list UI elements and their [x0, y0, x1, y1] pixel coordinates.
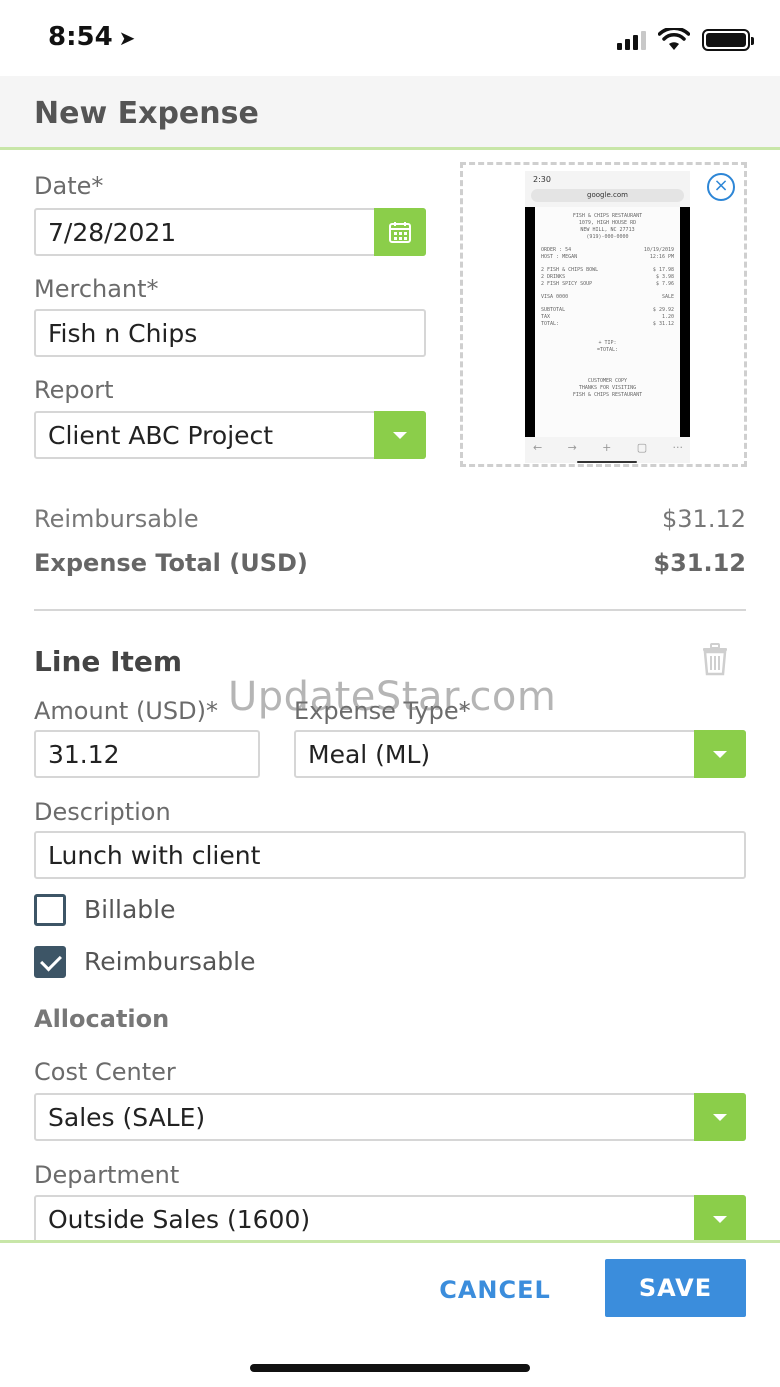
page-title: New Expense — [34, 96, 259, 131]
receipt-line: $ 3.98 — [655, 274, 674, 280]
receipt-line: TAX — [541, 314, 551, 320]
chevron-down-icon — [393, 431, 407, 439]
cost-center-select[interactable]: Sales (SALE) — [34, 1093, 746, 1141]
receipt-line: 2 FISH SPICY SOUP — [541, 281, 593, 287]
expense-type-value: Meal (ML) — [308, 740, 431, 769]
chevron-down-icon — [713, 1113, 727, 1121]
receipt-attachment[interactable]: 2:30 google.com FISH & CHIPS RESTAURANT … — [460, 162, 747, 467]
receipt-line: $ 17.98 — [652, 267, 674, 273]
receipt-line: 12:16 PM — [649, 254, 674, 260]
report-dropdown-button[interactable] — [374, 411, 426, 459]
cost-center-dropdown-button[interactable] — [694, 1093, 746, 1141]
merchant-field[interactable]: Fish n Chips — [34, 309, 426, 357]
reimbursable-total-row: Reimbursable $31.12 — [34, 505, 746, 533]
wifi-icon — [658, 28, 690, 50]
receipt-paper: FISH & CHIPS RESTAURANT 1079, HIGH HOUSE… — [525, 207, 690, 437]
receipt-line: SALE — [661, 294, 674, 300]
battery-icon — [702, 29, 754, 51]
save-button[interactable]: SAVE — [605, 1259, 746, 1317]
chevron-down-icon — [713, 1215, 727, 1223]
reimbursable-checkbox[interactable] — [34, 946, 66, 978]
receipt-line: VISA 0000 — [541, 294, 569, 300]
divider — [34, 609, 746, 611]
line-item-title: Line Item — [34, 645, 183, 678]
receipt-line: FISH & CHIPS RESTAURANT — [572, 392, 643, 398]
department-value: Outside Sales (1600) — [48, 1205, 311, 1234]
receipt-line: $ 7.96 — [655, 281, 674, 287]
receipt-line: ORDER : 54 — [541, 247, 572, 253]
receipt-line: 2 FISH & CHIPS BOWL — [541, 267, 599, 273]
expense-type-dropdown-button[interactable] — [694, 730, 746, 778]
receipt-line: =TOTAL: — [596, 347, 619, 353]
receipt-line: TOTAL: — [541, 321, 560, 327]
expense-type-select[interactable]: Meal (ML) — [294, 730, 746, 778]
receipt-line: 2 DRINKS — [541, 274, 566, 280]
report-label: Report — [34, 376, 114, 404]
browser-nav: ← → + ▢ ··· — [533, 441, 683, 454]
calendar-icon — [389, 222, 411, 243]
receipt-line: CUSTOMER COPY — [587, 378, 628, 384]
receipt-line: (919)-000-0000 — [586, 234, 629, 240]
receipt-line: + TIP: — [598, 340, 617, 346]
amount-value: 31.12 — [48, 740, 120, 769]
footer: CANCEL SAVE — [0, 1240, 780, 1330]
receipt-line: THANKS FOR VISITING — [578, 385, 637, 391]
receipt-phone-time: 2:30 — [533, 175, 551, 184]
expense-total-value: $31.12 — [653, 549, 746, 577]
expense-type-label: Expense Type* — [294, 697, 471, 725]
merchant-label: Merchant* — [34, 275, 159, 303]
receipt-line: 1.20 — [661, 314, 674, 320]
clock-text: 8:54 — [48, 22, 113, 52]
location-arrow-icon: ➤ — [118, 26, 136, 50]
receipt-line: 10/19/2019 — [643, 247, 674, 253]
receipt-url: google.com — [531, 189, 684, 202]
receipt-line: $ 29.92 — [652, 307, 674, 313]
amount-field[interactable]: 31.12 — [34, 730, 260, 778]
cellular-signal-icon — [617, 30, 646, 50]
receipt-line: NEW HILL, NC 27713 — [580, 227, 635, 233]
description-field[interactable]: Lunch with client — [34, 831, 746, 879]
cancel-button[interactable]: CANCEL — [420, 1265, 570, 1315]
home-indicator[interactable] — [250, 1364, 530, 1372]
receipt-line: $ 31.12 — [652, 321, 674, 327]
calendar-button[interactable] — [374, 208, 426, 256]
receipt-line: FISH & CHIPS RESTAURANT — [572, 213, 643, 219]
receipt-line: HOST : MEGAN — [541, 254, 578, 260]
reimbursable-label: Reimbursable — [84, 947, 256, 976]
description-value: Lunch with client — [48, 841, 261, 870]
cost-center-label: Cost Center — [34, 1058, 176, 1086]
department-select[interactable]: Outside Sales (1600) — [34, 1195, 746, 1243]
report-select[interactable]: Client ABC Project — [34, 411, 426, 459]
receipt-line: 1079, HIGH HOUSE RD — [578, 220, 637, 226]
department-label: Department — [34, 1161, 180, 1189]
receipt-line: SUBTOTAL — [541, 307, 566, 313]
date-field[interactable]: 7/28/2021 — [34, 208, 426, 256]
receipt-image: 2:30 google.com FISH & CHIPS RESTAURANT … — [525, 171, 690, 463]
date-value: 7/28/2021 — [48, 218, 177, 247]
status-icons — [617, 28, 754, 52]
chevron-down-icon — [713, 750, 727, 758]
trash-icon[interactable] — [700, 642, 730, 676]
report-value: Client ABC Project — [48, 421, 274, 450]
billable-label: Billable — [84, 895, 176, 924]
date-label: Date* — [34, 172, 104, 200]
expense-total-row: Expense Total (USD) $31.12 — [34, 549, 746, 577]
expense-total-label: Expense Total (USD) — [34, 549, 308, 577]
header: New Expense — [0, 76, 780, 150]
reimbursable-total-label: Reimbursable — [34, 505, 199, 533]
description-label: Description — [34, 798, 171, 826]
department-dropdown-button[interactable] — [694, 1195, 746, 1243]
reimbursable-total-value: $31.12 — [662, 505, 746, 533]
merchant-value: Fish n Chips — [48, 319, 198, 348]
status-time: 8:54 ➤ — [48, 22, 135, 52]
close-icon[interactable]: × — [707, 173, 735, 201]
cost-center-value: Sales (SALE) — [48, 1103, 206, 1132]
status-bar: 8:54 ➤ — [0, 0, 780, 76]
amount-label: Amount (USD)* — [34, 697, 218, 725]
billable-checkbox[interactable] — [34, 894, 66, 926]
allocation-title: Allocation — [34, 1005, 170, 1033]
